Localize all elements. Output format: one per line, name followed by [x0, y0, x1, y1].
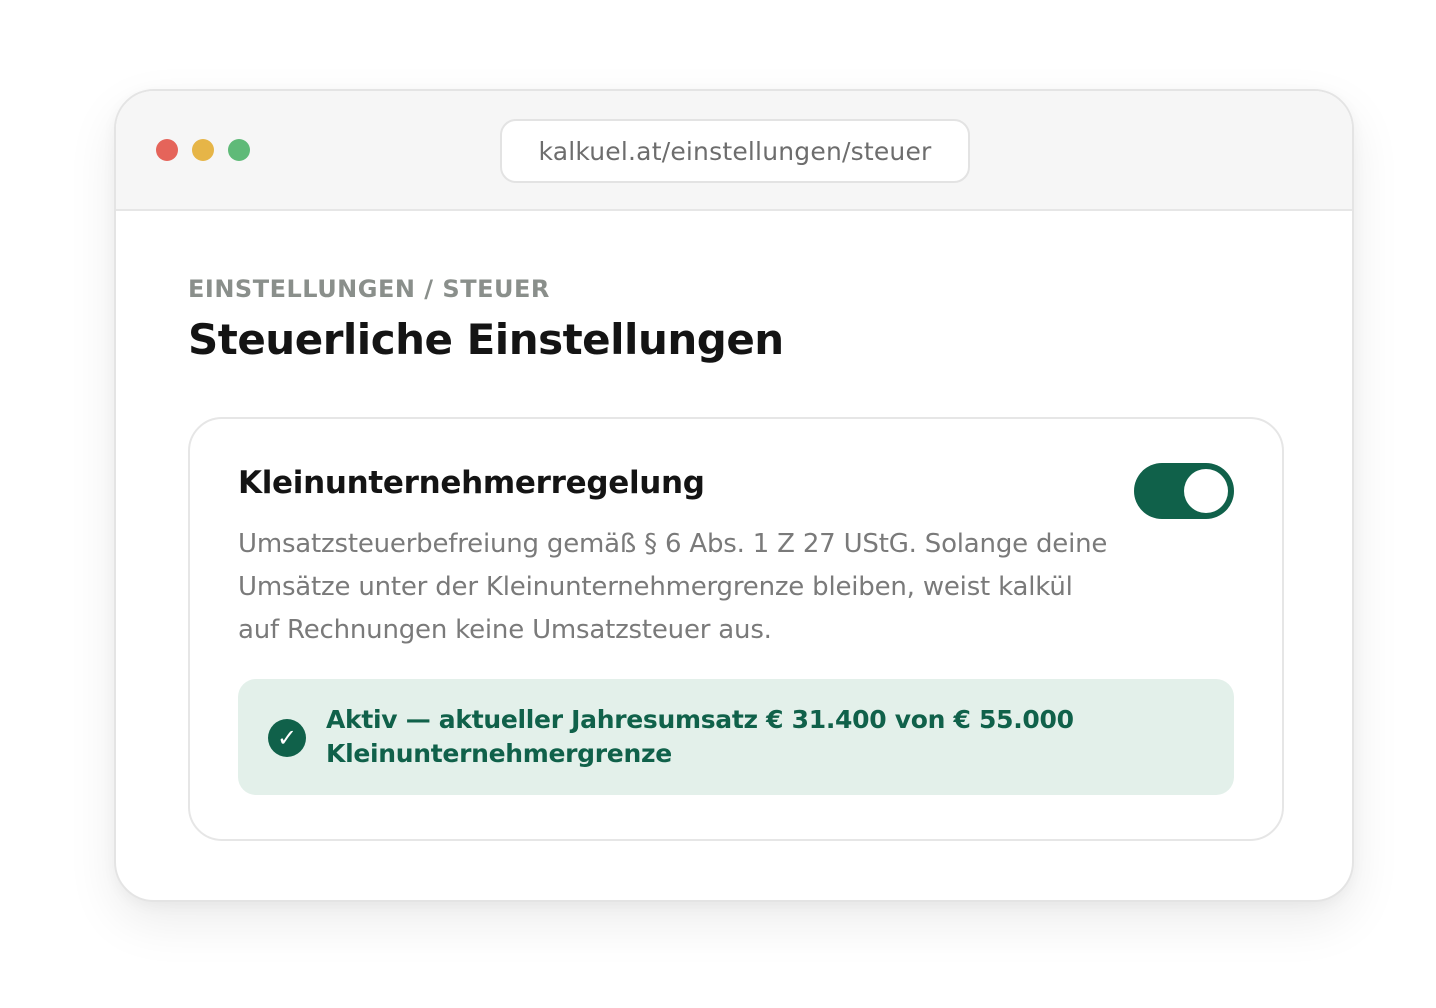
kleinunternehmer-toggle[interactable]	[1134, 463, 1234, 519]
browser-window: kalkuel.at/einstellungen/steuer EINSTELL…	[114, 89, 1354, 902]
address-bar-url: kalkuel.at/einstellungen/steuer	[538, 136, 932, 166]
settings-card-kleinunternehmer: Kleinunternehmerregelung Umsatzsteuerbef…	[188, 417, 1284, 841]
maximize-window-button[interactable]	[228, 139, 250, 161]
status-banner: ✓ Aktiv — aktueller Jahresumsatz € 31.40…	[238, 679, 1234, 795]
page-title: Steuerliche Einstellungen	[188, 315, 784, 364]
breadcrumb: EINSTELLUNGEN / STEUER	[188, 275, 550, 303]
setting-description: Umsatzsteuerbefreiung gemäß § 6 Abs. 1 Z…	[238, 529, 1108, 645]
minimize-window-button[interactable]	[192, 139, 214, 161]
address-bar[interactable]: kalkuel.at/einstellungen/steuer	[500, 119, 970, 183]
close-window-button[interactable]	[156, 139, 178, 161]
status-text: Aktiv — aktueller Jahresumsatz € 31.400 …	[326, 705, 1074, 768]
setting-title: Kleinunternehmerregelung	[238, 465, 705, 501]
check-icon: ✓	[268, 719, 306, 757]
toggle-knob	[1184, 469, 1228, 513]
browser-titlebar: kalkuel.at/einstellungen/steuer	[116, 91, 1352, 211]
